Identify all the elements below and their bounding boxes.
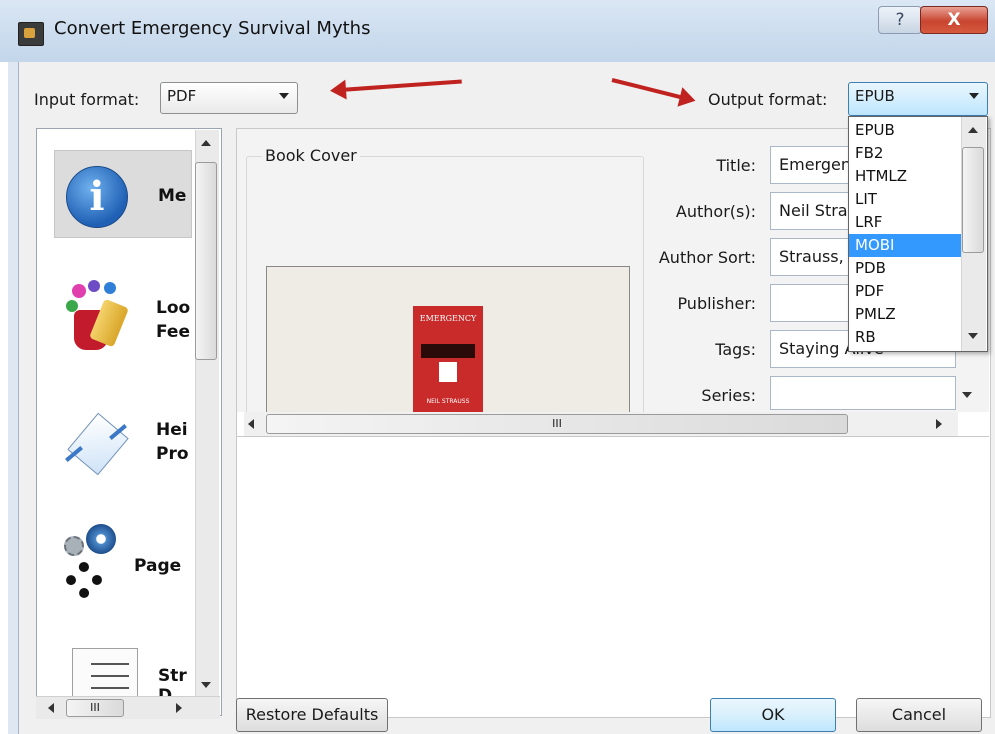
book-cover-image: EMERGENCY NEIL STRAUSS [413, 306, 483, 414]
book-band [421, 344, 475, 358]
book-handle [439, 362, 457, 382]
chevron-down-icon [969, 93, 979, 99]
gears-icon [86, 524, 116, 554]
option-lit[interactable]: LIT [849, 188, 961, 211]
input-format-value: PDF [167, 87, 197, 105]
sidebar-scroll-thumb[interactable] [195, 162, 217, 360]
app-icon [18, 22, 44, 46]
sidebar-item-look-feel[interactable] [66, 280, 129, 354]
option-mobi[interactable]: MOBI [849, 234, 961, 257]
scroll-up-icon[interactable] [201, 140, 211, 146]
close-button[interactable]: X [920, 6, 988, 34]
info-icon: i [66, 166, 128, 228]
sidebar-item-page-setup[interactable] [62, 522, 126, 606]
chevron-down-icon [279, 93, 289, 99]
field-label-series: Series: [701, 386, 756, 405]
option-pdf[interactable]: PDF [849, 280, 961, 303]
restore-defaults-button[interactable]: Restore Defaults [236, 698, 388, 732]
scroll-down-icon[interactable] [201, 682, 211, 688]
option-epub[interactable]: EPUB [849, 119, 961, 142]
output-format-value: EPUB [855, 87, 895, 105]
title-value: Emergen [779, 155, 851, 174]
paint-dot [104, 282, 116, 294]
scroll-right-icon[interactable] [936, 419, 942, 429]
authors-value: Neil Stra [779, 201, 848, 220]
scroll-down-icon[interactable] [968, 333, 978, 339]
option-lrf[interactable]: LRF [849, 211, 961, 234]
sidebar-item-label-page-setup: Page [134, 556, 182, 576]
paint-can [89, 298, 129, 348]
input-format-select[interactable]: PDF [160, 82, 298, 114]
option-fb2[interactable]: FB2 [849, 142, 961, 165]
doc-line [91, 687, 129, 689]
scroll-right-icon[interactable] [176, 703, 182, 713]
option-rb[interactable]: RB [849, 326, 961, 349]
book-cover-label: Book Cover [262, 146, 360, 165]
sidebar-hscroll-thumb[interactable]: III [66, 699, 124, 717]
doc-line [91, 675, 129, 677]
scroll-up-icon[interactable] [968, 127, 978, 133]
option-htmlz[interactable]: HTMLZ [849, 165, 961, 188]
window-title: Convert Emergency Survival Myths [54, 18, 371, 39]
paint-bucket-icon [72, 284, 86, 298]
option-pdb[interactable]: PDB [849, 257, 961, 280]
page-rotate-icon [67, 412, 129, 476]
help-button[interactable]: ? [878, 6, 922, 34]
field-label-authors: Author(s): [675, 202, 756, 221]
metadata-hscroll-thumb[interactable]: III [266, 414, 848, 434]
scroll-left-icon[interactable] [48, 703, 54, 713]
dropdown-scroll-thumb[interactable] [962, 147, 984, 253]
ok-button[interactable]: OK [710, 698, 836, 732]
output-format-label: Output format: [708, 90, 828, 109]
output-format-dropdown-list[interactable]: EPUB FB2 HTMLZ LIT LRF MOBI PDB PDF PMLZ… [848, 116, 988, 352]
sidebar-item-label-heuristic: Hei Pro [156, 420, 189, 464]
authors-field[interactable]: Neil Stra [770, 192, 854, 230]
book-author-text: NEIL STRAUSS [426, 398, 470, 405]
field-label-publisher: Publisher: [677, 294, 756, 313]
book-title-text: EMERGENCY [419, 314, 477, 323]
input-format-label: Input format: [34, 90, 140, 109]
document-lines-icon [91, 663, 129, 665]
field-label-title: Title: [716, 156, 756, 175]
option-pmlz[interactable]: PMLZ [849, 303, 961, 326]
divider [237, 436, 989, 437]
sidebar-horizontal-scrollbar[interactable] [36, 696, 220, 719]
scroll-left-icon[interactable] [248, 419, 254, 429]
paint-dot [88, 280, 100, 292]
small-gear [64, 536, 84, 556]
publisher-field[interactable] [770, 284, 854, 322]
sidebar-item-label-look-feel: Loo Fee [156, 298, 191, 342]
author-sort-value: Strauss, [779, 247, 844, 266]
series-field[interactable] [770, 376, 956, 410]
cancel-button[interactable]: Cancel [856, 698, 982, 732]
field-label-author-sort: Author Sort: [658, 248, 756, 267]
sidebar-item-label-metadata: Me [158, 186, 187, 206]
title-field[interactable]: Emergen [770, 146, 854, 184]
black-gear [66, 562, 102, 598]
series-dropdown-icon[interactable] [962, 392, 972, 398]
sidebar-item-heuristic[interactable] [62, 412, 129, 476]
output-format-select[interactable]: EPUB [848, 82, 988, 116]
author-sort-field[interactable]: Strauss, [770, 238, 854, 276]
field-label-tags: Tags: [715, 340, 756, 359]
